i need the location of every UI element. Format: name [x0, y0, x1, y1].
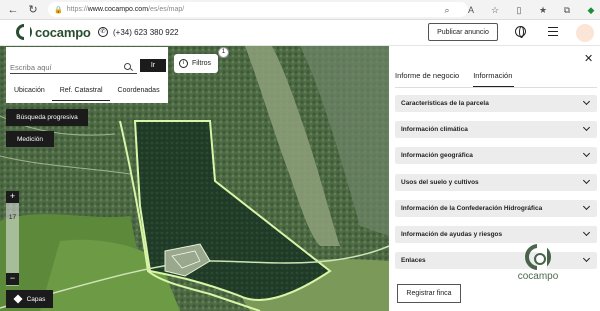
browser-actions: ⌕ A ☆ ▯ ★ ⧉ ◆ ⋯: [440, 3, 600, 17]
search-icon[interactable]: [124, 63, 131, 70]
url-host: www.cocampo.com: [87, 6, 149, 13]
layers-icon: [13, 294, 23, 304]
language-globe-icon[interactable]: [515, 26, 526, 38]
tabs-divider: [395, 87, 597, 88]
chevron-down-icon: [582, 176, 591, 185]
section-label: Características de la parcela: [401, 100, 489, 107]
section-label: Información de ayudas y riesgos: [401, 231, 503, 238]
back-icon[interactable]: ←: [6, 3, 20, 17]
section-label: Usos del suelo y cultivos: [401, 179, 479, 186]
zoom-in-button[interactable]: +: [6, 191, 19, 203]
tab-coordenadas[interactable]: Coordenadas: [110, 83, 167, 101]
section-climate-info[interactable]: Información climática: [395, 121, 597, 138]
zoom-out-button[interactable]: −: [6, 273, 19, 285]
section-aid-risks-info[interactable]: Información de ayudas y riesgos: [395, 226, 597, 243]
section-label: Información climática: [401, 126, 468, 133]
measure-button[interactable]: Medición: [6, 131, 54, 147]
avatar[interactable]: [576, 24, 594, 42]
app-header: cocampo ✆ (+34) 623 380 922 Publicar anu…: [0, 20, 600, 46]
chevron-down-icon: [582, 97, 591, 106]
filters-button[interactable]: i Filtros: [174, 54, 218, 73]
chevron-down-icon: [582, 202, 591, 211]
search-input[interactable]: [10, 61, 137, 74]
read-aloud-icon[interactable]: A: [464, 3, 478, 17]
collections-icon[interactable]: ⧉: [560, 3, 574, 17]
section-links[interactable]: Enlaces: [395, 252, 597, 269]
filters-label: Filtros: [192, 60, 212, 67]
phone-contact[interactable]: ✆ (+34) 623 380 922: [98, 27, 179, 37]
zoom-level: 17: [8, 214, 17, 221]
url-path: /es/es/map/: [148, 6, 185, 13]
zoom-control: + 17 −: [6, 191, 19, 286]
split-screen-icon[interactable]: ▯: [512, 3, 526, 17]
section-label: Información de la Confederación Hidrográ…: [401, 205, 543, 212]
close-icon[interactable]: ✕: [584, 52, 593, 65]
section-land-use[interactable]: Usos del suelo y cultivos: [395, 174, 597, 191]
info-icon: i: [179, 59, 188, 68]
chevron-down-icon: [582, 228, 591, 237]
publish-ad-button[interactable]: Publicar anuncio: [428, 23, 498, 41]
favorites-icon[interactable]: ★: [536, 3, 550, 17]
section-parcel-characteristics[interactable]: Características de la parcela: [395, 95, 597, 112]
tab-business-report[interactable]: Informe de negocio: [395, 71, 459, 87]
browser-toolbar: ← ↻ 🔒 https://www.cocampo.com/es/es/map/…: [0, 0, 600, 20]
whatsapp-icon: ✆: [98, 27, 108, 37]
phone-number: (+34) 623 380 922: [113, 27, 179, 37]
search-panel: Ir Ubicación Ref. Catastral Coordenadas: [6, 47, 168, 103]
lock-icon: 🔒: [54, 6, 63, 14]
hamburger-menu-icon[interactable]: [548, 27, 558, 36]
cocampo-watermark: cocampo: [516, 244, 560, 282]
tab-ubicacion[interactable]: Ubicación: [6, 83, 52, 101]
favorite-star-icon[interactable]: ☆: [488, 3, 502, 17]
filters-count-badge: 1: [218, 47, 229, 58]
watermark-text: cocampo: [517, 271, 559, 282]
url-prefix: https://: [66, 6, 88, 13]
address-bar[interactable]: 🔒 https://www.cocampo.com/es/es/map/: [48, 2, 468, 17]
zoom-page-icon[interactable]: ⌕: [440, 3, 454, 17]
logo[interactable]: cocampo: [16, 24, 91, 40]
logo-icon: [16, 24, 32, 40]
tab-information[interactable]: Información: [473, 71, 515, 87]
section-geographic-info[interactable]: Información geográfica: [395, 147, 597, 164]
logo-text: cocampo: [35, 24, 91, 40]
progressive-search-button[interactable]: Búsqueda progresiva: [6, 109, 88, 126]
section-label: Enlaces: [401, 257, 426, 264]
search-mode-tabs: Ubicación Ref. Catastral Coordenadas: [6, 83, 168, 101]
layers-button[interactable]: Capas: [6, 290, 53, 308]
watermark-logo-icon: [525, 244, 551, 270]
section-hydrographic-info[interactable]: Información de la Confederación Hidrográ…: [395, 200, 597, 217]
reload-icon[interactable]: ↻: [26, 3, 40, 17]
chevron-down-icon: [582, 254, 591, 263]
panel-tabs: Informe de negocio Información: [395, 71, 528, 87]
search-go-button[interactable]: Ir: [140, 59, 166, 72]
register-property-button[interactable]: Registrar finca: [397, 284, 461, 303]
extension-icon[interactable]: ◆: [584, 3, 598, 17]
layers-label: Capas: [26, 295, 46, 303]
tab-ref-catastral[interactable]: Ref. Catastral: [51, 83, 110, 101]
chevron-down-icon: [582, 149, 591, 158]
section-label: Información geográfica: [401, 152, 473, 159]
chevron-down-icon: [582, 123, 591, 132]
